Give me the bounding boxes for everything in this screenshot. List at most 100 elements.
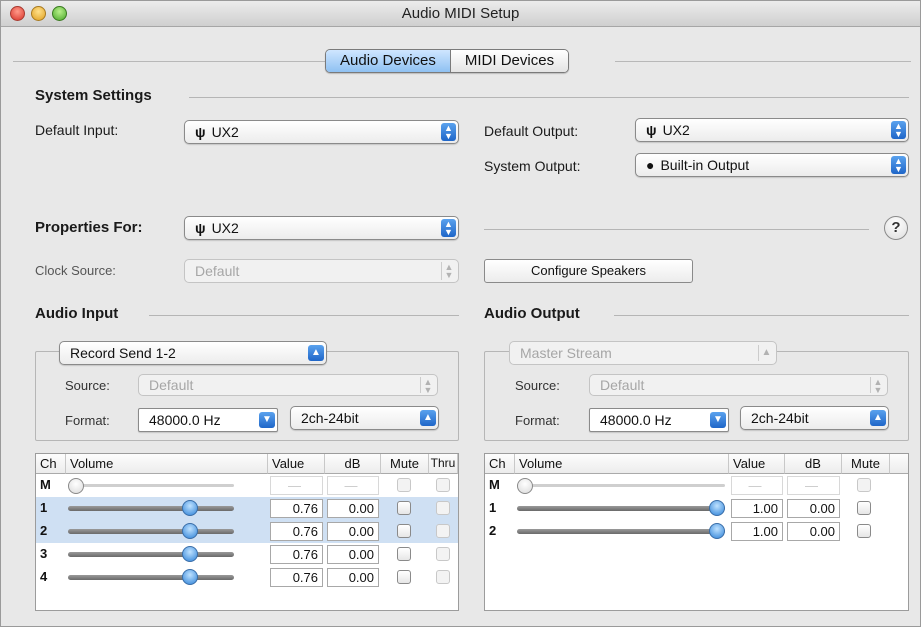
tab-midi-devices[interactable]: MIDI Devices [450, 50, 569, 72]
col-mute[interactable]: Mute [842, 454, 890, 474]
db-field[interactable]: 0.00 [327, 568, 379, 587]
channel-label: 1 [40, 500, 48, 515]
table-row[interactable]: 2 0.76 0.00 [36, 520, 458, 543]
input-stream-popup[interactable]: Record Send 1-2 ▲▼ [59, 341, 327, 365]
volume-slider[interactable] [68, 478, 234, 494]
thru-checkbox[interactable] [436, 501, 450, 515]
table-row[interactable]: 1 0.76 0.00 [36, 497, 458, 520]
slider-knob[interactable] [182, 500, 198, 516]
table-row[interactable]: 4 0.76 0.00 [36, 566, 458, 589]
table-row[interactable]: 3 0.76 0.00 [36, 543, 458, 566]
value-field[interactable]: 0.76 [270, 545, 323, 564]
configure-speakers-button[interactable]: Configure Speakers [484, 259, 693, 283]
tab-audio-devices[interactable]: Audio Devices [326, 50, 451, 72]
volume-slider[interactable] [517, 500, 725, 516]
db-field[interactable]: — [327, 476, 379, 495]
audio-input-channel-table: Ch Volume Value dB Mute Thru M — —1 0.76 0.0… [35, 453, 459, 611]
slider-knob[interactable] [182, 523, 198, 539]
value-field[interactable]: 0.76 [270, 499, 323, 518]
input-bits-popup[interactable]: 2ch-24bit ▲▼ [290, 406, 439, 430]
slider-knob[interactable] [182, 546, 198, 562]
col-value[interactable]: Value [729, 454, 785, 474]
system-output-label: System Output: [484, 158, 581, 174]
clock-source-popup[interactable]: Default ▲ ▼ [184, 259, 459, 283]
slider-knob[interactable] [68, 478, 84, 494]
table-row[interactable]: 1 1.00 0.00 [485, 497, 908, 520]
col-db[interactable]: dB [785, 454, 842, 474]
value-field[interactable]: 0.76 [270, 568, 323, 587]
channel-label: 2 [489, 523, 497, 538]
input-source-popup[interactable]: Default ▲ ▼ [138, 374, 438, 396]
output-stream-popup[interactable]: Master Stream ▲▼ [509, 341, 777, 365]
input-rate-combo[interactable]: 48000.0 Hz ▼ [138, 408, 278, 432]
mute-checkbox[interactable] [857, 478, 871, 492]
table-row[interactable]: 2 1.00 0.00 [485, 520, 908, 543]
default-output-popup[interactable]: ψ UX2 ▲ ▼ [635, 118, 909, 142]
output-bits-popup[interactable]: 2ch-24bit ▲▼ [740, 406, 889, 430]
col-ch[interactable]: Ch [485, 454, 515, 474]
mute-checkbox[interactable] [397, 570, 411, 584]
default-input-popup[interactable]: ψ UX2 ▲ ▼ [184, 120, 459, 144]
default-input-label: Default Input: [35, 122, 119, 138]
updown-arrows-icon: ▲▼ [870, 410, 886, 429]
help-button[interactable]: ? [884, 216, 908, 240]
col-thru[interactable]: Thru [429, 454, 458, 474]
value-field[interactable]: 1.00 [731, 522, 783, 541]
volume-slider[interactable] [68, 569, 234, 585]
col-ch[interactable]: Ch [36, 454, 66, 474]
value-field[interactable]: — [731, 476, 783, 495]
db-field[interactable]: 0.00 [787, 499, 840, 518]
col-mute[interactable]: Mute [381, 454, 429, 474]
audio-output-rule [614, 315, 909, 316]
db-field[interactable]: 0.00 [787, 522, 840, 541]
updown-arrows-icon: ▲▼ [441, 219, 456, 237]
close-button[interactable] [10, 6, 25, 21]
usb-icon: ψ [195, 220, 206, 236]
properties-for-popup[interactable]: ψ UX2 ▲ ▼ [184, 216, 459, 240]
audio-input-header: Audio Input [35, 305, 119, 322]
value-field[interactable]: 0.76 [270, 522, 323, 541]
clock-source-label: Clock Source: [35, 263, 116, 278]
db-field[interactable]: 0.00 [327, 499, 379, 518]
mute-checkbox[interactable] [857, 501, 871, 515]
thru-checkbox[interactable] [436, 524, 450, 538]
db-field[interactable]: — [787, 476, 840, 495]
value-field[interactable]: 1.00 [731, 499, 783, 518]
mute-checkbox[interactable] [857, 524, 871, 538]
mute-checkbox[interactable] [397, 547, 411, 561]
mute-checkbox[interactable] [397, 478, 411, 492]
col-volume[interactable]: Volume [515, 454, 729, 474]
thru-checkbox[interactable] [436, 478, 450, 492]
volume-slider[interactable] [68, 500, 234, 516]
title-bar[interactable]: Audio MIDI Setup [1, 1, 920, 27]
updown-arrows-icon: ▲▼ [441, 123, 456, 141]
volume-slider[interactable] [517, 523, 725, 539]
output-rate-combo[interactable]: 48000.0 Hz ▼ [589, 408, 729, 432]
minimize-button[interactable] [31, 6, 46, 21]
volume-slider[interactable] [68, 523, 234, 539]
volume-slider[interactable] [517, 478, 725, 494]
thru-checkbox[interactable] [436, 570, 450, 584]
table-row[interactable]: M — — [485, 474, 908, 497]
updown-arrows-icon: ▲▼ [870, 377, 885, 395]
col-value[interactable]: Value [268, 454, 325, 474]
slider-knob[interactable] [709, 523, 725, 539]
updown-arrows-icon: ▲▼ [420, 377, 435, 395]
thru-checkbox[interactable] [436, 547, 450, 561]
slider-knob[interactable] [182, 569, 198, 585]
mute-checkbox[interactable] [397, 501, 411, 515]
system-output-popup[interactable]: ● Built-in Output ▲ ▼ [635, 153, 909, 177]
slider-knob[interactable] [709, 500, 725, 516]
output-source-popup[interactable]: Default ▲ ▼ [589, 374, 888, 396]
slider-knob[interactable] [517, 478, 533, 494]
properties-for-label: Properties For: [35, 219, 143, 236]
table-row[interactable]: M — — [36, 474, 458, 497]
db-field[interactable]: 0.00 [327, 522, 379, 541]
value-field[interactable]: — [270, 476, 323, 495]
col-db[interactable]: dB [325, 454, 381, 474]
volume-slider[interactable] [68, 546, 234, 562]
db-field[interactable]: 0.00 [327, 545, 379, 564]
mute-checkbox[interactable] [397, 524, 411, 538]
zoom-button[interactable] [52, 6, 67, 21]
col-volume[interactable]: Volume [66, 454, 268, 474]
